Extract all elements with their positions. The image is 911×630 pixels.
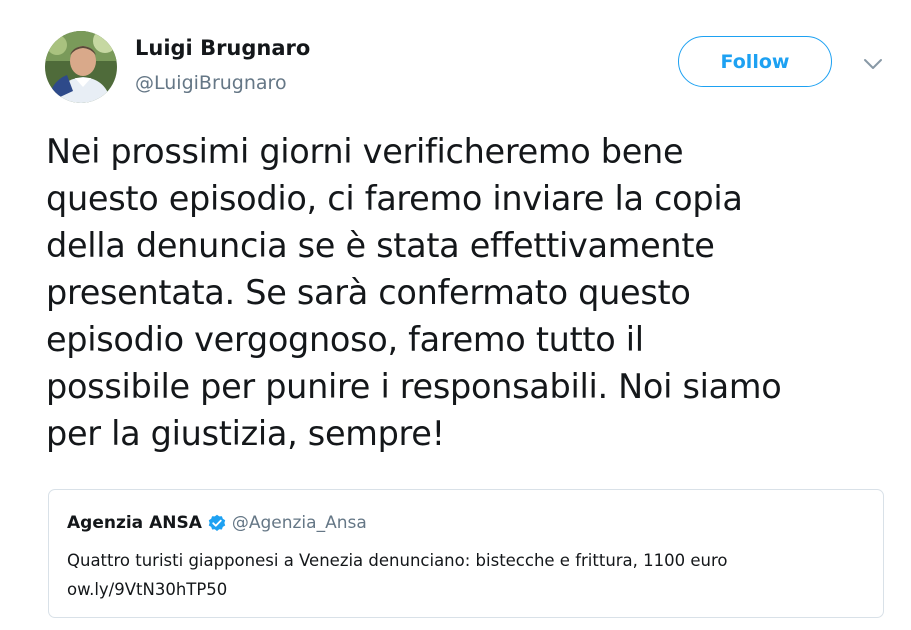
tweet-text-line: della denuncia se è stata effettivamente (46, 226, 715, 265)
chevron-down-icon[interactable] (862, 56, 884, 70)
follow-button[interactable]: Follow (678, 36, 832, 87)
quoted-author-handle: @Agenzia_Ansa (231, 513, 367, 533)
quoted-tweet-card[interactable]: Agenzia ANSA @Agenzia_Ansa Quattro turis… (48, 489, 884, 618)
tweet-text-line: possibile per punire i responsabili. Noi… (46, 367, 782, 406)
tweet-text-line: Nei prossimi giorni verificheremo bene (46, 132, 684, 171)
tweet-text-line: episodio vergognoso, faremo tutto il (46, 320, 644, 359)
tweet-text: Nei prossimi giorni verificheremo bene q… (46, 128, 896, 457)
avatar-photo (45, 31, 117, 103)
avatar[interactable] (45, 31, 117, 103)
author-display-name[interactable]: Luigi Brugnaro (135, 36, 310, 60)
quoted-tweet-header: Agenzia ANSA @Agenzia_Ansa (67, 513, 367, 533)
tweet-card: Luigi Brugnaro @LuigiBrugnaro Follow Nei… (0, 0, 911, 630)
quoted-author-name: Agenzia ANSA (67, 513, 202, 533)
tweet-text-line: questo episodio, ci faremo inviare la co… (46, 179, 743, 218)
quoted-tweet-link[interactable]: ow.ly/9VtN30hTP50 (67, 575, 728, 604)
quoted-tweet-text: Quattro turisti giapponesi a Venezia den… (67, 546, 728, 604)
tweet-text-line: presentata. Se sarà confermato questo (46, 273, 691, 312)
tweet-text-line: per la giustizia, sempre! (46, 414, 445, 453)
author-handle[interactable]: @LuigiBrugnaro (135, 72, 287, 94)
verified-badge-icon (208, 514, 226, 532)
quoted-tweet-body: Quattro turisti giapponesi a Venezia den… (67, 551, 728, 570)
